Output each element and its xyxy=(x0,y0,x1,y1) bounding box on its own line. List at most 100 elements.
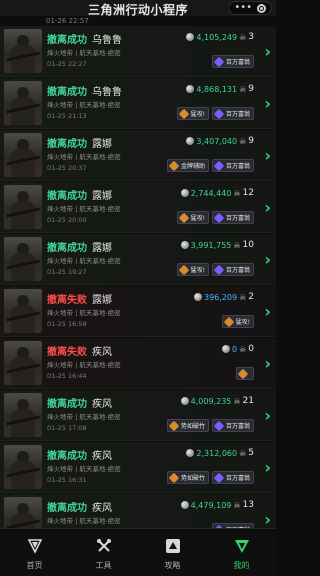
badge-row: 金牌辅助 百万富翁 xyxy=(166,159,254,172)
chevron-right-icon[interactable]: › xyxy=(264,42,271,61)
kill-count: 21 xyxy=(242,396,254,406)
chevron-right-icon[interactable]: › xyxy=(264,406,271,425)
match-card[interactable]: 撤离失败 疾风 烽火地带 | 航天基地-绝密 01-25 16:44 0 ☠ 0 › xyxy=(0,338,276,389)
match-time: 01-25 20:37 xyxy=(47,164,87,172)
match-time: 01-25 17:08 xyxy=(47,424,87,432)
operator-name: 疾风 xyxy=(92,503,112,514)
operator-avatar xyxy=(4,341,42,385)
chevron-right-icon[interactable]: › xyxy=(264,302,271,321)
tab-guide[interactable]: 攻略 xyxy=(138,529,207,576)
map-mode: 烽火地带 | 航天基地-绝密 xyxy=(47,361,121,369)
loot-summary: 3,991,755 ☠ 10 xyxy=(180,240,254,250)
map-mode: 烽火地带 | 航天基地-绝密 xyxy=(47,517,121,525)
map-mode: 烽火地带 | 航天基地-绝密 xyxy=(47,413,121,421)
extraction-status: 撤离成功 xyxy=(47,503,87,514)
chevron-right-icon[interactable]: › xyxy=(264,146,271,165)
coin-icon xyxy=(180,241,189,249)
loot-value: 3,991,755 xyxy=(190,240,232,250)
badge-label: 百万富翁 xyxy=(225,423,250,430)
chevron-right-icon[interactable]: › xyxy=(264,250,271,269)
kill-skull-icon: ☠ xyxy=(233,188,241,198)
match-card[interactable]: 撤离成功 乌鲁鲁 烽火地带 | 航天基地-绝密 01-25 21:13 4,868,13… xyxy=(0,78,276,129)
kill-count: 0 xyxy=(248,344,254,354)
match-time: 01-25 21:13 xyxy=(47,112,87,120)
badge-diamond-icon xyxy=(213,420,225,431)
coin-icon xyxy=(180,189,189,197)
match-card[interactable]: 撤离失败 露娜 烽火地带 | 航天基地-绝密 01-25 16:59 396,209 ☠ 2… xyxy=(0,286,276,337)
coin-icon xyxy=(186,33,195,41)
loot-value: 2,744,440 xyxy=(190,188,232,198)
achievement-badge: 百万富翁 xyxy=(211,55,254,68)
match-card[interactable]: 撤离成功疾风烽火地带 | 航天基地-绝密01-25 16:094,479,109… xyxy=(0,494,276,528)
match-card[interactable]: 撤离成功 露娜 烽火地带 | 航天基地-绝密 01-25 20:00 2,744,440… xyxy=(0,182,276,233)
kill-count: 5 xyxy=(248,448,254,458)
chevron-right-icon[interactable]: › xyxy=(264,354,271,373)
operator-avatar xyxy=(4,497,42,528)
miniprogram-capsule[interactable]: ••• xyxy=(228,1,272,15)
extraction-status: 撤离成功 xyxy=(47,35,87,46)
badge-label: 金牌辅助 xyxy=(180,163,205,170)
badge-diamond-icon xyxy=(168,160,180,171)
badge-diamond-icon xyxy=(168,472,180,483)
badge-row: 猛攻! 百万富翁 xyxy=(176,263,254,276)
operator-avatar xyxy=(4,445,42,489)
coin-icon xyxy=(186,449,195,457)
match-card[interactable]: 撤离成功 疾风 烽火地带 | 航天基地-绝密 01-25 16:31 2,312,060… xyxy=(0,442,276,493)
loot-summary: 3,407,040 ☠ 9 xyxy=(186,136,254,146)
tab-profile[interactable]: 我的 xyxy=(207,529,276,576)
kill-count: 13 xyxy=(242,500,254,510)
badge-label: 百万富翁 xyxy=(225,163,250,170)
extraction-status: 撤离成功 xyxy=(47,139,87,150)
chevron-right-icon[interactable]: › xyxy=(264,198,271,217)
match-card[interactable]: 撤离成功 乌鲁鲁 烽火地带 | 航天基地-绝密 01-25 22:27 4,105,24… xyxy=(0,26,276,77)
kill-count: 2 xyxy=(248,292,254,302)
badge-diamond-icon xyxy=(237,368,249,379)
operator-avatar xyxy=(4,237,42,281)
match-card[interactable]: 撤离成功 疾风 烽火地带 | 航天基地-绝密 01-25 17:08 4,009,235… xyxy=(0,390,276,441)
coin-icon xyxy=(222,345,230,353)
achievement-badge: 百万富翁 xyxy=(211,263,254,276)
more-menu-icon[interactable]: ••• xyxy=(234,3,252,13)
chevron-right-icon[interactable]: › xyxy=(264,458,271,477)
profile-icon xyxy=(234,540,249,553)
badge-diamond-icon xyxy=(223,316,234,327)
match-card[interactable]: 撤离成功 露娜 烽火地带 | 航天基地-绝密 01-25 19:27 3,991,755… xyxy=(0,234,276,285)
coin-icon xyxy=(194,293,202,301)
close-miniprogram-icon[interactable] xyxy=(256,3,266,13)
badge-row: 猛攻! xyxy=(221,315,254,328)
badge-label: 百万富翁 xyxy=(225,215,250,222)
tab-label-tools: 工具 xyxy=(95,561,112,570)
map-mode: 烽火地带 | 航天基地-绝密 xyxy=(47,205,121,213)
match-list[interactable]: 01-26 22:57 撤离成功 乌鲁鲁 烽火地带 | 航天基地-绝密 01-25 2… xyxy=(0,16,276,528)
operator-name: 疾风 xyxy=(92,451,112,462)
loot-value: 4,009,235 xyxy=(190,396,232,406)
tab-tools[interactable]: 工具 xyxy=(69,529,138,576)
chevron-right-icon[interactable]: › xyxy=(264,510,271,528)
match-card[interactable]: 撤离成功 露娜 烽火地带 | 航天基地-绝密 01-25 20:37 3,407,040… xyxy=(0,130,276,181)
kill-count: 10 xyxy=(242,240,254,250)
badge-row: 猛攻! 百万富翁 xyxy=(176,211,254,224)
achievement-badge xyxy=(236,367,254,380)
badge-label: 势如破竹 xyxy=(180,423,205,430)
extraction-status: 撤离成功 xyxy=(47,243,87,254)
badge-row: 猛攻! 百万富翁 xyxy=(176,107,254,120)
loot-value: 2,312,060 xyxy=(196,448,238,458)
kill-skull-icon: ☠ xyxy=(233,500,241,510)
match-time: 01-25 16:44 xyxy=(47,372,87,380)
map-mode: 烽火地带 | 航天基地-绝密 xyxy=(47,309,121,317)
match-time: 01-25 19:27 xyxy=(47,268,87,276)
badge-label: 百万富翁 xyxy=(225,111,250,118)
badge-label: 猛攻! xyxy=(235,319,250,326)
kill-skull-icon: ☠ xyxy=(239,448,247,458)
match-time: 01-25 16:31 xyxy=(47,476,87,484)
tab-home[interactable]: 首页 xyxy=(0,529,69,576)
chevron-right-icon[interactable]: › xyxy=(264,94,271,113)
loot-value: 4,479,109 xyxy=(190,500,232,510)
operator-avatar xyxy=(4,393,42,437)
operator-avatar xyxy=(4,29,42,73)
achievement-badge: 猛攻! xyxy=(176,263,209,276)
kill-skull-icon: ☠ xyxy=(233,240,241,250)
badge-label: 猛攻! xyxy=(190,267,205,274)
kill-count: 12 xyxy=(242,188,254,198)
achievement-badge: 百万富翁 xyxy=(211,419,254,432)
